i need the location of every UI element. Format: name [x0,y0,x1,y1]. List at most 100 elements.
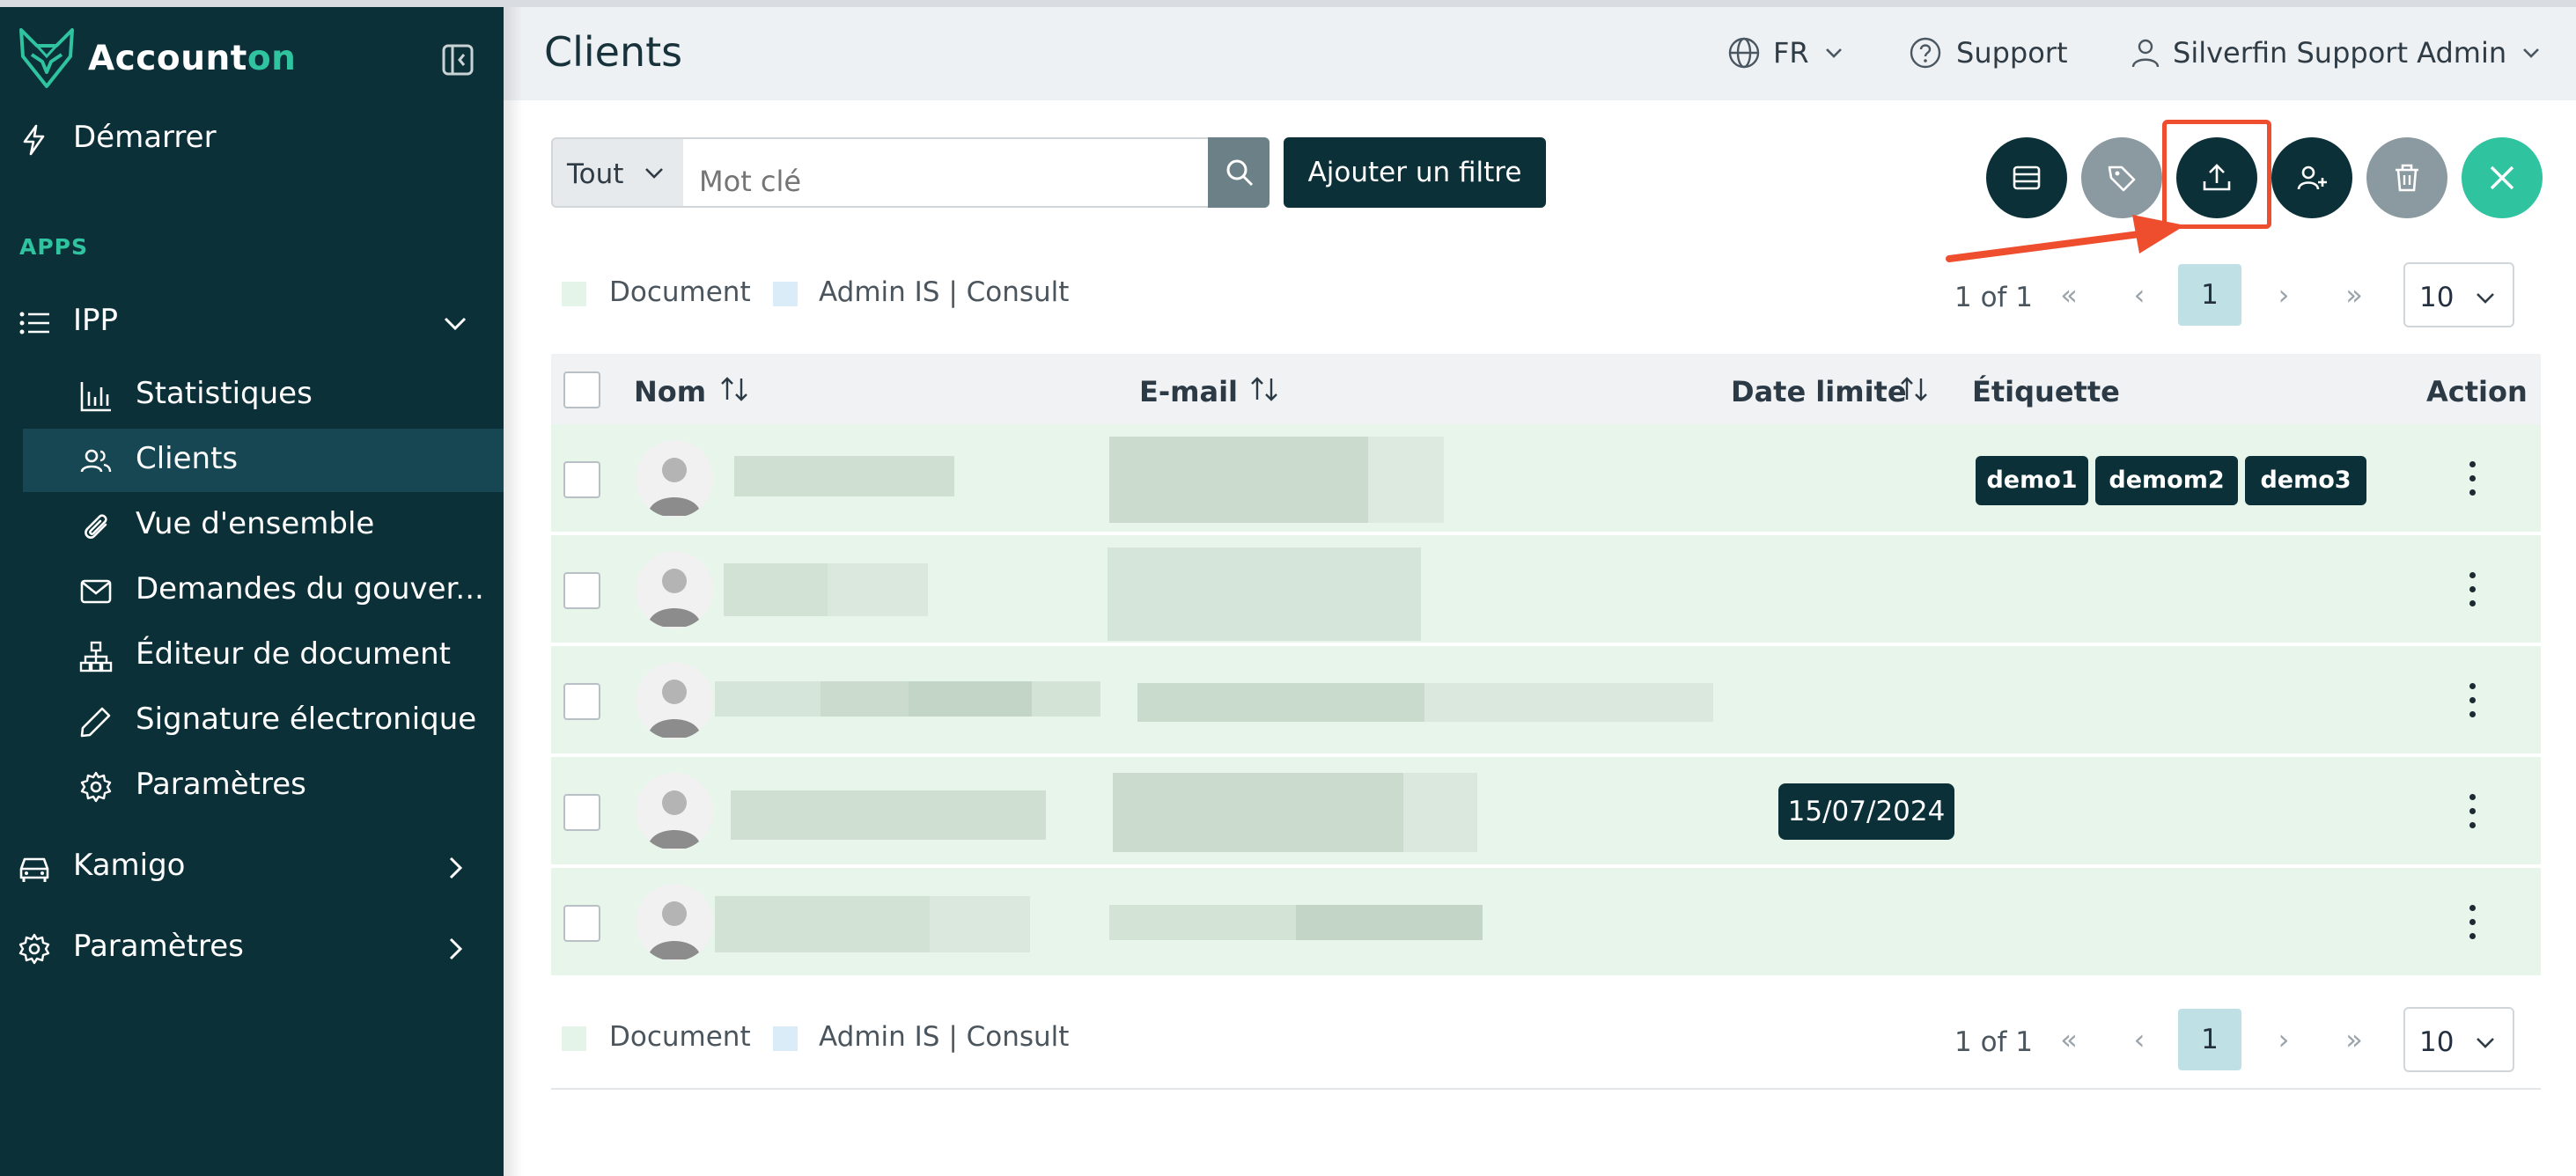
nav-kamigo[interactable]: Kamigo [0,835,504,899]
sidebar-item-document-editor[interactable]: Éditeur de document [23,624,504,687]
columns-button[interactable] [1986,137,2067,218]
add-user-button[interactable] [2271,137,2352,218]
row-actions-icon[interactable] [2463,792,2481,831]
row-checkbox[interactable] [563,794,600,831]
default-avatar-icon [648,790,701,849]
default-avatar-icon [648,569,701,627]
current-page-button[interactable]: 1 [2178,1009,2241,1070]
user-icon [2131,39,2160,68]
pagination: 1 of 1 « ‹ 1 › » 10 [1954,262,2518,327]
redacted-email [1108,548,1421,641]
language-selector[interactable]: FR [1727,33,1846,72]
add-filter-button[interactable]: Ajouter un filtre [1284,137,1546,208]
pen-icon [80,707,111,738]
redacted-email-part [1403,773,1477,852]
row-actions-icon[interactable] [2463,459,2481,498]
sidebar-item-government-requests[interactable]: Demandes du gouver... [23,559,504,622]
search-input[interactable] [683,137,1210,208]
tag-badge[interactable]: demom2 [2095,456,2238,505]
language-label: FR [1773,36,1809,70]
user-menu[interactable]: Silverfin Support Admin [2129,33,2543,72]
column-name[interactable]: Nom [634,375,706,408]
default-avatar-icon [648,458,701,516]
nav-ipp[interactable]: IPP [0,290,504,354]
chevron-down-icon [2477,1038,2494,1048]
sidebar-item-overview[interactable]: Vue d'ensemble [23,494,504,557]
collapse-sidebar-icon[interactable] [440,42,475,77]
sidebar-item-label: Clients [136,441,239,476]
chevron-down-icon [1825,48,1842,58]
prev-page-icon[interactable]: ‹ [2122,1023,2157,1058]
prev-page-icon[interactable]: ‹ [2122,278,2157,313]
legend-swatch-admin [773,1026,798,1051]
chevron-down-icon [2477,293,2494,304]
column-email[interactable]: E-mail [1139,375,1238,408]
chevron-down-icon [645,168,663,179]
redacted-email [1113,773,1403,852]
redacted-email-part [1424,683,1713,722]
tag-badge[interactable]: demo1 [1976,456,2088,505]
gear-icon [80,771,112,803]
nav-start[interactable]: Démarrer [0,107,504,171]
gear-icon [18,933,50,965]
next-page-icon[interactable]: › [2266,1023,2301,1058]
row-checkbox[interactable] [563,572,600,609]
tag-badge[interactable]: demo3 [2245,456,2366,505]
sidebar-item-ipp-settings[interactable]: Paramètres [23,754,504,818]
row-checkbox[interactable] [563,683,600,720]
close-button[interactable] [2462,137,2543,218]
column-tag: Étiquette [1972,375,2120,408]
scope-select[interactable]: Tout [551,137,685,208]
window-top-border [0,0,2576,7]
nav-settings[interactable]: Paramètres [0,916,504,980]
default-avatar-icon [648,680,701,738]
tag-button[interactable] [2081,137,2162,218]
search-button[interactable] [1208,137,1270,208]
row-actions-icon[interactable] [2463,903,2481,942]
avatar [636,884,713,961]
row-actions-icon[interactable] [2463,681,2481,720]
select-all-checkbox[interactable] [563,371,600,408]
column-deadline[interactable]: Date limite [1731,375,1907,408]
page-size-select[interactable]: 10 [2403,262,2514,327]
redacted-name-part [930,896,1030,952]
delete-button[interactable] [2366,137,2447,218]
sort-icon[interactable] [1898,373,1930,405]
current-page-button[interactable]: 1 [2178,264,2241,326]
row-checkbox[interactable] [563,905,600,942]
last-page-icon[interactable]: » [2337,278,2372,313]
last-page-icon[interactable]: » [2337,1023,2372,1058]
sort-icon[interactable] [1248,373,1280,405]
support-label: Support [1956,36,2068,70]
support-link[interactable]: Support [1909,33,2068,72]
first-page-icon[interactable]: « [2051,278,2087,313]
row-actions-icon[interactable] [2463,570,2481,609]
sidebar: Accounton Démarrer APPS IPP Statistiques [0,7,504,1176]
table-row[interactable] [551,535,2541,644]
redacted-email [1137,683,1424,722]
table-row[interactable]: demo1 demom2 demo3 [551,424,2541,533]
apps-section-label: APPS [19,234,88,260]
sort-icon[interactable] [718,373,750,405]
legend-admin: Admin IS | Consult [819,276,1070,308]
brand-logo[interactable]: Accounton [16,23,296,93]
page-size-value: 10 [2419,1026,2455,1058]
sidebar-item-statistics[interactable]: Statistiques [23,364,504,427]
avatar [636,551,713,628]
redacted-name-part [828,563,928,616]
redacted-email-part [1368,437,1444,523]
scope-value: Tout [567,158,624,190]
page-size-select[interactable]: 10 [2403,1007,2514,1072]
redacted-name-part [1032,681,1100,717]
top-header: Clients FR Support Silverfin Support Adm… [504,7,2576,100]
table-row[interactable] [551,868,2541,977]
first-page-icon[interactable]: « [2051,1023,2087,1058]
table-row[interactable]: 15/07/2024 [551,757,2541,866]
next-page-icon[interactable]: › [2266,278,2301,313]
paperclip-icon [85,514,107,539]
sidebar-item-e-signature[interactable]: Signature électronique [23,689,504,753]
sidebar-item-clients[interactable]: Clients [23,429,504,492]
redacted-email [1109,905,1296,940]
row-checkbox[interactable] [563,461,600,498]
table-row[interactable] [551,646,2541,755]
